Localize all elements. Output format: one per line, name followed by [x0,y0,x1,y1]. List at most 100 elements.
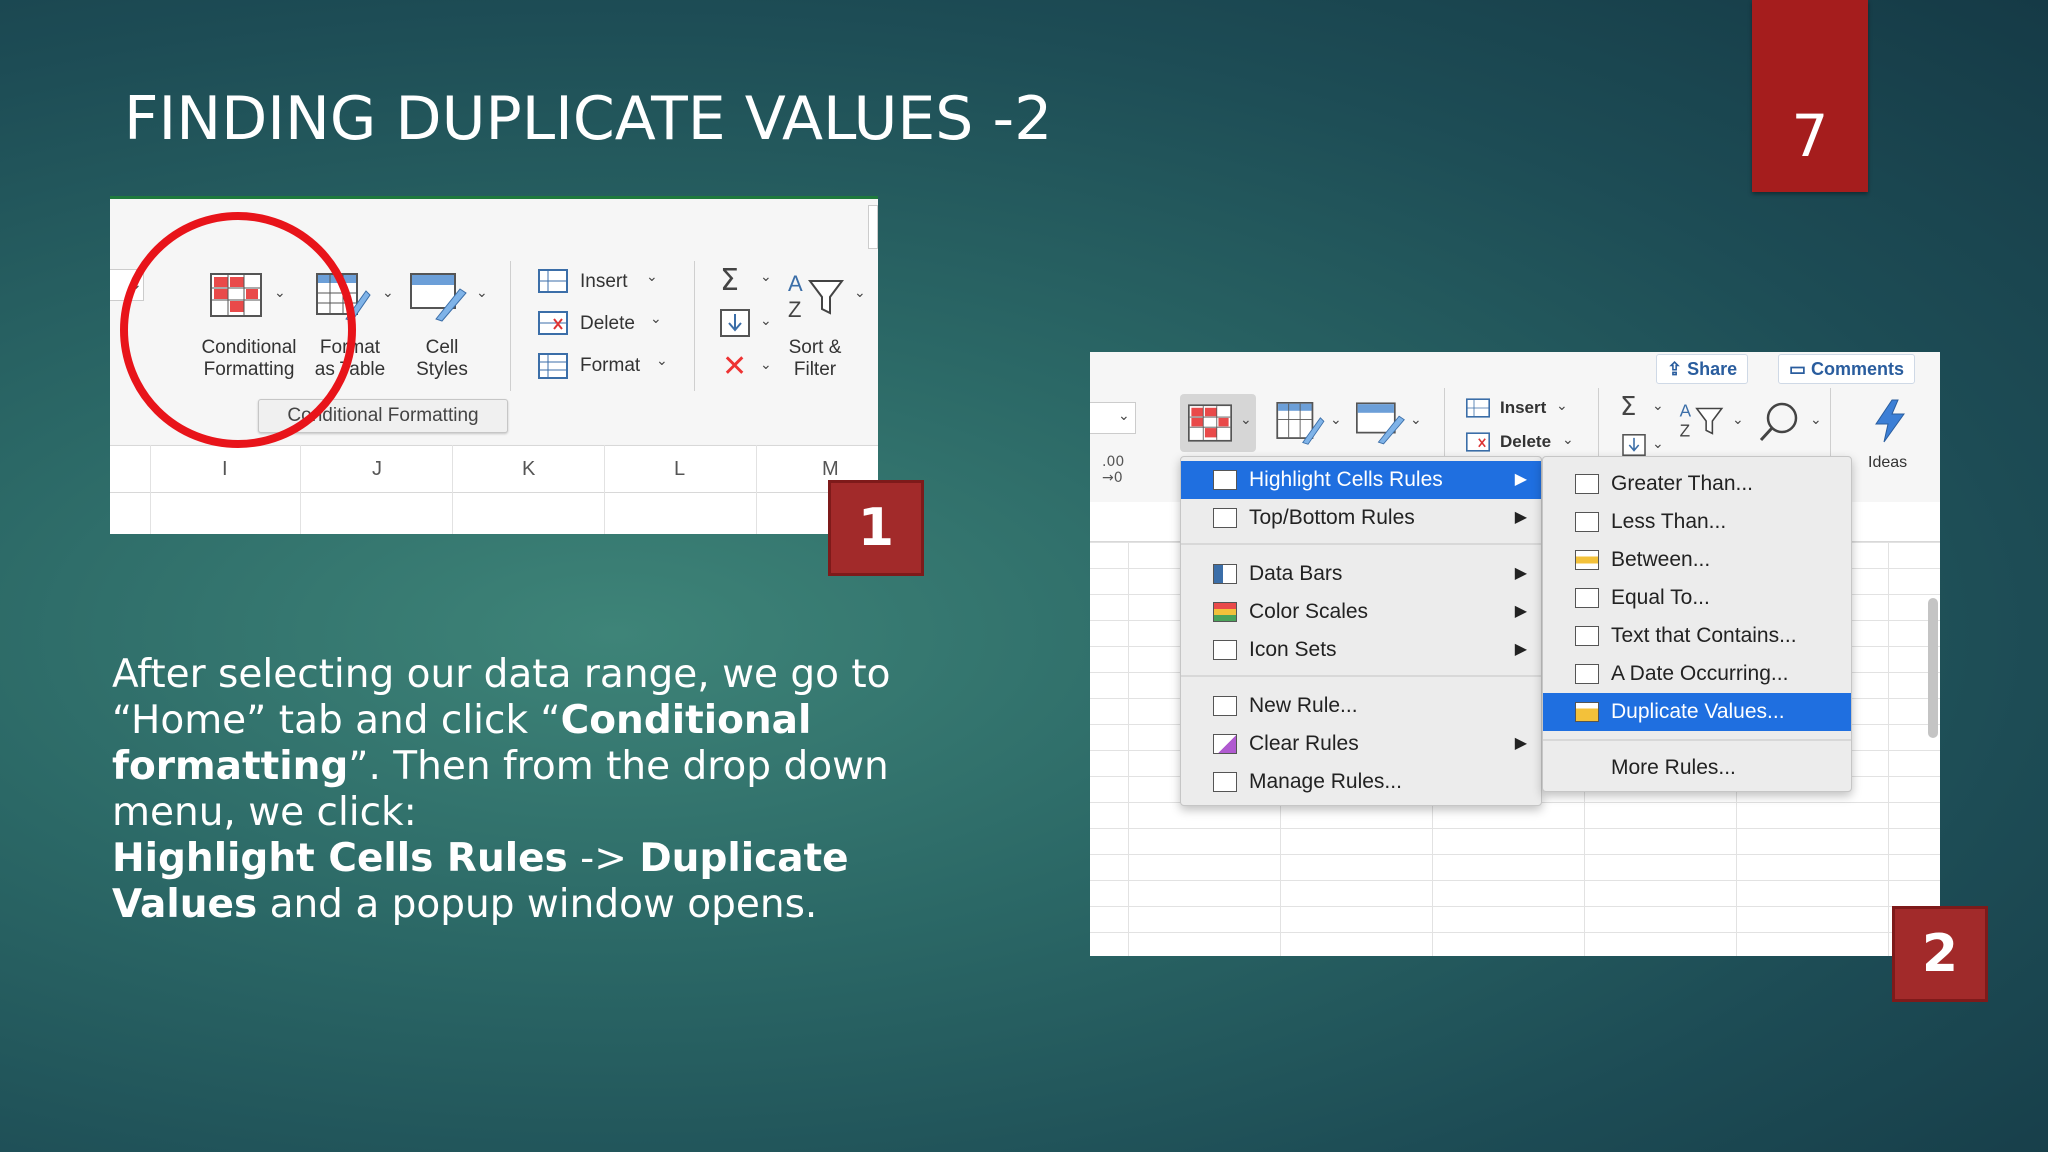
menu-item-label: Duplicate Values... [1611,700,1785,723]
submenu-arrow-icon: ▶ [1514,471,1527,488]
insert-button[interactable]: Insert [1500,398,1546,418]
menu-item-icon-sets[interactable]: Icon Sets ▶ [1181,631,1541,669]
menu-item-label: Top/Bottom Rules [1249,506,1415,529]
chevron-down-icon: ⌄ [476,285,488,301]
divider [694,261,695,391]
column-header-M[interactable]: M [822,458,839,481]
chevron-down-icon: ⌄ [1330,412,1342,428]
comments-label: Comments [1811,359,1905,379]
share-icon: ⇪ [1667,359,1688,379]
cell-styles-icon[interactable] [1356,402,1406,446]
menu-item-date-occurring[interactable]: A Date Occurring... [1543,655,1851,693]
cell-styles-button[interactable]: Cell Styles [402,337,482,381]
menu-item-greater-than[interactable]: Greater Than... [1543,465,1851,503]
menu-item-text-contains[interactable]: Text that Contains... [1543,617,1851,655]
menu-item-label: Less Than... [1611,510,1727,533]
delete-button[interactable]: Delete [1500,432,1551,452]
chevron-down-icon: ⌄ [760,269,772,285]
column-header-L[interactable]: L [674,458,685,481]
conditional-formatting-menu: Highlight Cells Rules ▶ Top/Bottom Rules… [1180,456,1542,806]
format-icon [538,353,568,379]
column-header-K[interactable]: K [522,458,535,481]
conditional-formatting-icon [1188,404,1232,442]
format-as-table-icon[interactable] [1276,402,1326,446]
fill-icon[interactable] [720,309,750,337]
menu-item-duplicate-values[interactable]: Duplicate Values... [1543,693,1851,731]
screenshot-2: ⇪ Share ▭ Comments ⌄ .00 →0 ⌄ ⌄ ⌄ Insert… [1090,352,1940,956]
body-text-arrow: -> [567,836,640,881]
text-contains-icon [1575,626,1599,646]
between-icon [1575,550,1599,570]
share-button[interactable]: ⇪ Share [1656,354,1749,384]
ribbon-scroll [868,205,878,249]
menu-item-color-scales[interactable]: Color Scales ▶ [1181,593,1541,631]
color-scales-icon [1213,602,1237,622]
insert-icon [1466,398,1490,418]
menu-item-label: Equal To... [1611,586,1710,609]
grid-row[interactable] [110,493,878,534]
menu-item-equal-to[interactable]: Equal To... [1543,579,1851,617]
format-button[interactable]: Format [580,355,640,377]
autosum-icon[interactable]: Σ [720,263,739,298]
submenu-arrow-icon: ▶ [1514,641,1527,658]
body-text-part-3: and a popup window opens. [257,882,818,927]
menu-item-top-bottom-rules[interactable]: Top/Bottom Rules ▶ [1181,499,1541,537]
search-icon[interactable] [1758,400,1802,444]
sort-filter-icon: A Z [788,271,844,322]
submenu-arrow-icon: ▶ [1514,603,1527,620]
chevron-down-icon: ⌄ [1556,398,1568,414]
delete-button[interactable]: Delete [580,313,635,335]
chevron-down-icon: ⌄ [1410,412,1422,428]
comments-button[interactable]: ▭ Comments [1778,354,1916,384]
comment-icon: ▭ [1789,359,1812,379]
menu-item-label: Highlight Cells Rules [1249,468,1443,491]
grid-line [604,445,605,534]
grid-line [756,445,757,534]
manage-rules-icon [1213,772,1237,792]
label-line-1: Cell [425,337,459,358]
ideas-icon[interactable] [1872,398,1908,444]
slide-number-box: 7 [1752,0,1868,192]
menu-item-new-rule[interactable]: New Rule... [1181,687,1541,725]
menu-item-clear-rules[interactable]: Clear Rules ▶ [1181,725,1541,763]
chevron-down-icon: ⌄ [1732,412,1744,428]
grid-line [300,445,301,534]
chevron-down-icon: ⌄ [760,357,772,373]
grid-line [452,445,453,534]
fill-icon[interactable] [1622,434,1646,456]
sort-filter-icon[interactable]: A Z [1678,398,1728,444]
menu-item-manage-rules[interactable]: Manage Rules... [1181,763,1541,801]
menu-separator [1181,675,1541,677]
menu-item-label: More Rules... [1611,756,1736,779]
menu-item-label: Greater Than... [1611,472,1754,495]
chevron-down-icon: ⌄ [646,269,658,285]
step-badge-1: 1 [828,480,924,576]
insert-button[interactable]: Insert [580,271,628,293]
menu-item-more-rules[interactable]: More Rules... [1543,749,1851,787]
duplicate-values-icon [1575,702,1599,722]
chevron-down-icon: ⌄ [854,285,866,301]
menu-item-less-than[interactable]: Less Than... [1543,503,1851,541]
menu-item-between[interactable]: Between... [1543,541,1851,579]
clear-icon[interactable]: ✕ [722,349,747,384]
column-header-I[interactable]: I [222,458,228,481]
menu-item-data-bars[interactable]: Data Bars ▶ [1181,555,1541,593]
sort-filter-button[interactable]: Sort & Filter [778,337,852,381]
body-text-bold-2: Highlight Cells Rules [112,836,568,881]
autosum-icon[interactable]: Σ [1620,392,1636,422]
scrollbar[interactable] [1928,598,1938,738]
column-header-J[interactable]: J [372,458,382,481]
svg-text:Z: Z [788,297,801,322]
menu-item-label: Between... [1611,548,1711,571]
greater-than-icon [1575,474,1599,494]
highlight-cells-icon [1213,470,1237,490]
chevron-down-icon: ⌄ [1118,408,1130,424]
menu-item-highlight-cells-rules[interactable]: Highlight Cells Rules ▶ [1181,461,1541,499]
body-text: After selecting our data range, we go to… [112,652,972,928]
decrease-decimal-icon[interactable]: .00 →0 [1102,454,1124,486]
submenu-arrow-icon: ▶ [1514,509,1527,526]
grid-line [150,445,151,534]
chevron-down-icon: ⌄ [1652,436,1664,452]
submenu-arrow-icon: ▶ [1514,565,1527,582]
red-circle-highlight [120,212,356,448]
